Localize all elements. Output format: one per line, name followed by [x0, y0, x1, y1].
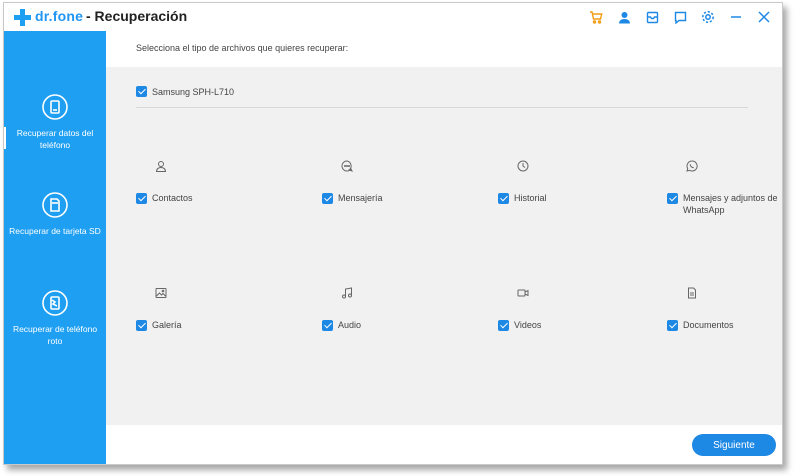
image-icon	[155, 288, 167, 298]
checkbox-checked[interactable]	[322, 193, 333, 204]
close-icon[interactable]	[754, 7, 774, 27]
category-checkbox[interactable]: Galería	[136, 319, 252, 331]
cart-icon[interactable]	[586, 7, 606, 27]
document-icon	[688, 287, 696, 299]
sidebar-item-label: Recuperar de tarjeta SD	[9, 226, 101, 236]
user-icon[interactable]	[614, 7, 634, 27]
category-checkbox[interactable]: Videos	[498, 319, 614, 331]
checkbox-checked[interactable]	[136, 86, 147, 97]
inbox-icon[interactable]	[642, 7, 662, 27]
sd-recover-icon	[42, 192, 68, 218]
device-name: Samsung SPH-L710	[152, 86, 235, 97]
sidebar-item-broken-phone[interactable]: Recuperar de teléfono roto	[4, 289, 106, 379]
divider	[136, 107, 748, 108]
device-checkbox[interactable]: Samsung SPH-L710	[136, 86, 234, 97]
checkbox-checked[interactable]	[667, 193, 678, 204]
category-checkbox[interactable]: Historial	[498, 192, 614, 204]
main-header: Selecciona el tipo de archivos que quier…	[106, 31, 782, 67]
category-checkbox[interactable]: Audio	[322, 319, 438, 331]
category-label: Videos	[514, 320, 542, 330]
video-icon	[517, 289, 529, 297]
category-label: Documentos	[683, 320, 734, 330]
sidebar-item-phone-recovery[interactable]: Recuperar datos del teléfono	[4, 93, 106, 183]
music-icon	[342, 287, 352, 299]
broken-phone-icon	[42, 290, 68, 316]
minimize-icon[interactable]	[726, 7, 746, 27]
category-label: Mensajería	[338, 193, 383, 203]
whatsapp-icon	[686, 160, 698, 172]
app-window: dr.fone - Recuperación Recuperar datos d…	[3, 2, 783, 465]
sidebar-item-sd-recovery[interactable]: Recuperar de tarjeta SD	[4, 191, 106, 281]
category-label: Audio	[338, 320, 362, 330]
category-label: Galería	[152, 320, 182, 330]
category-checkbox[interactable]: Mensajería	[322, 192, 438, 204]
sidebar-item-label: Recuperar datos del teléfono	[16, 128, 94, 150]
message-icon	[341, 160, 353, 172]
category-label: Mensajes y adjuntos de WhatsApp	[683, 193, 778, 215]
brand-name: dr.fone	[35, 8, 84, 24]
chat-icon[interactable]	[670, 7, 690, 27]
phone-recover-icon	[42, 94, 68, 120]
checkbox-checked[interactable]	[136, 320, 147, 331]
window-title: - Recuperación	[86, 8, 188, 24]
next-button[interactable]: Siguiente	[692, 434, 776, 456]
clock-icon	[517, 160, 529, 172]
main-panel: Selecciona el tipo de archivos que quier…	[106, 31, 782, 464]
file-type-prompt: Selecciona el tipo de archivos que quier…	[136, 43, 349, 53]
sidebar-item-label: Recuperar de teléfono roto	[12, 324, 98, 346]
checkbox-checked[interactable]	[136, 193, 147, 204]
checkbox-checked[interactable]	[498, 193, 509, 204]
gear-icon[interactable]	[698, 7, 718, 27]
category-checkbox[interactable]: Contactos	[136, 192, 252, 204]
category-label: Contactos	[152, 193, 193, 203]
checkbox-checked[interactable]	[498, 320, 509, 331]
main-footer: Siguiente	[106, 425, 782, 464]
category-checkbox[interactable]: Documentos	[667, 319, 782, 331]
sidebar: Recuperar datos del teléfono Recuperar d…	[4, 31, 106, 464]
checkbox-checked[interactable]	[322, 320, 333, 331]
drfone-logo-icon	[14, 9, 31, 26]
category-checkbox[interactable]: Mensajes y adjuntos de WhatsApp	[667, 192, 782, 216]
title-bar: dr.fone - Recuperación	[4, 3, 782, 31]
category-label: Historial	[514, 193, 547, 203]
titlebar-actions	[578, 7, 774, 27]
contact-icon	[155, 161, 167, 172]
checkbox-checked[interactable]	[667, 320, 678, 331]
